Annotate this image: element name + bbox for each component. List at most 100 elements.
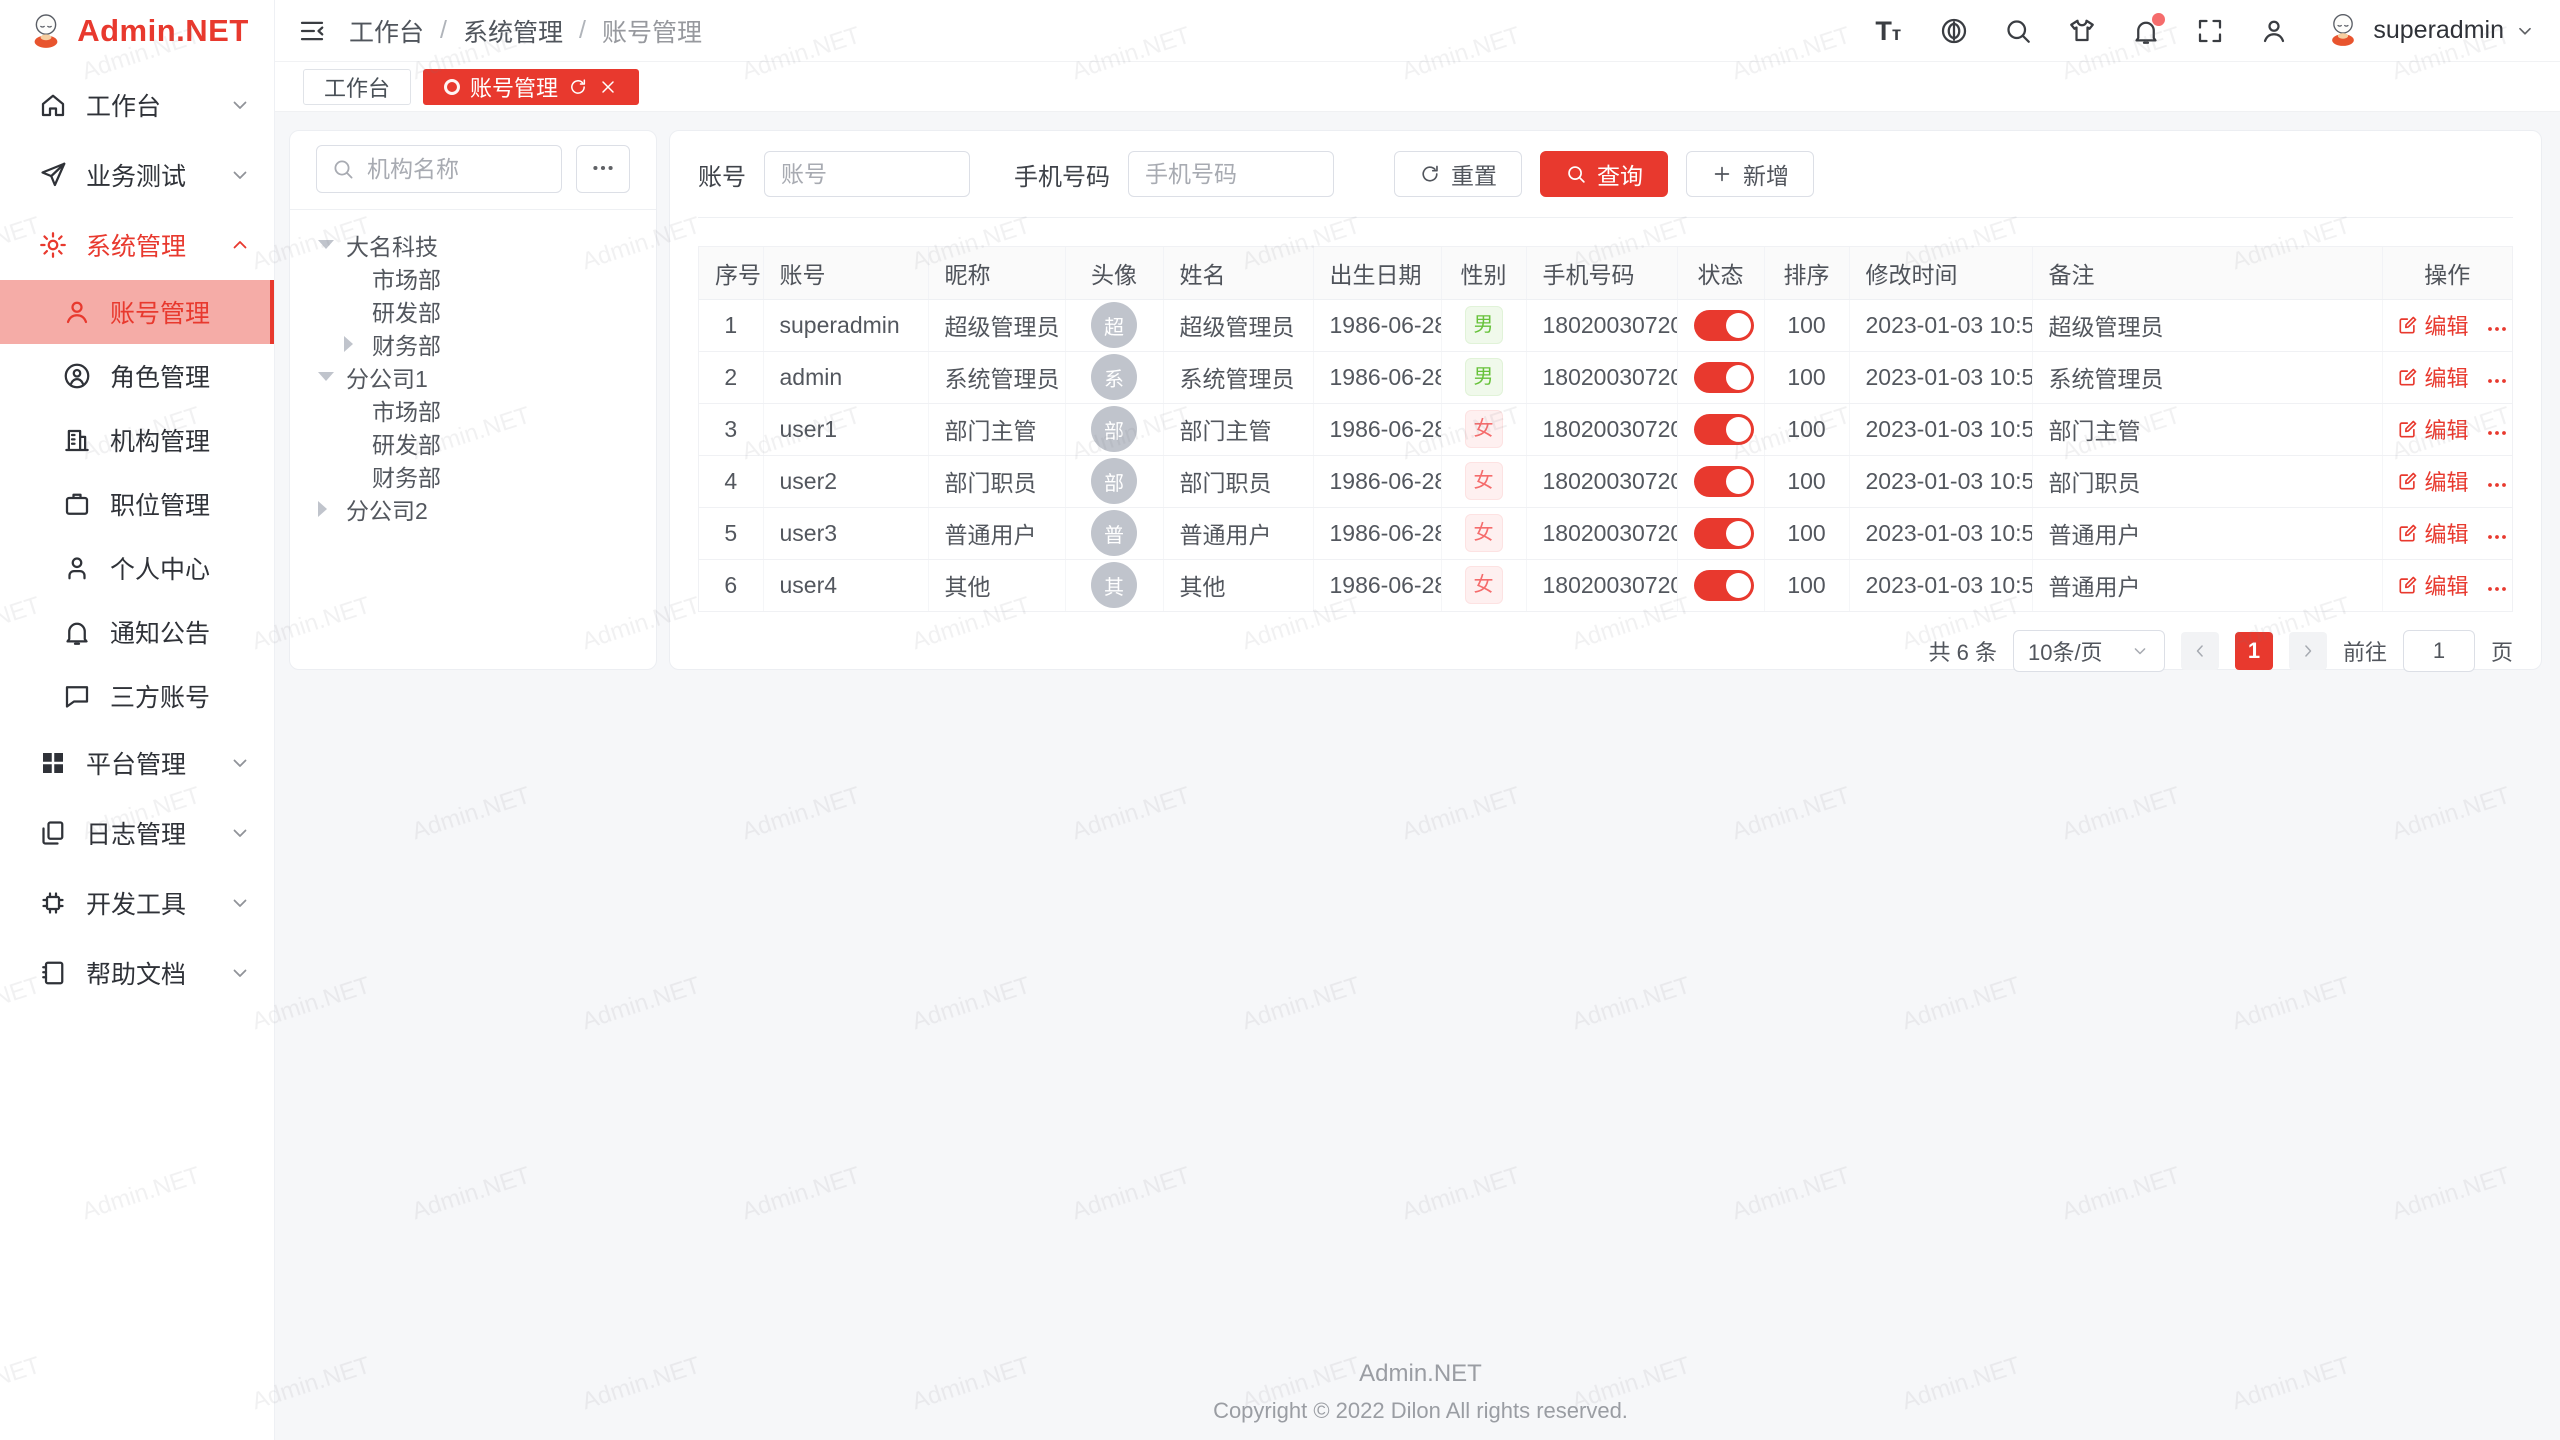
- add-button[interactable]: 新增: [1686, 151, 1814, 197]
- sidebar-item-label: 角色管理: [110, 358, 210, 394]
- theme-icon[interactable]: [2067, 16, 2097, 46]
- sidebar-item-notice[interactable]: 通知公告: [0, 600, 274, 664]
- edit-button[interactable]: 编辑: [2397, 569, 2469, 601]
- logo-text: Admin.NET: [77, 13, 249, 49]
- tree-node[interactable]: 财务部: [290, 459, 656, 492]
- sidebar-item-label: 个人中心: [110, 550, 210, 586]
- more-actions-button[interactable]: [2485, 525, 2509, 549]
- sidebar-item-label: 账号管理: [110, 294, 210, 330]
- fullscreen-icon[interactable]: [2195, 16, 2225, 46]
- query-bar: 账号 手机号码 重置 查询 新增: [698, 143, 2513, 218]
- cell-seq: 2: [699, 351, 763, 403]
- table-row: 4user2部门职员部部门职员1986-06-28女18020030720100…: [699, 455, 2512, 507]
- org-more-button[interactable]: [576, 145, 630, 193]
- cell-avatar: 部: [1065, 455, 1163, 507]
- breadcrumb-item[interactable]: 工作台: [349, 13, 424, 49]
- sidebar-item-label: 日志管理: [86, 815, 186, 851]
- sidebar-item-org-management[interactable]: 机构管理: [0, 408, 274, 472]
- breadcrumb-item[interactable]: 系统管理: [463, 13, 563, 49]
- goto-page-input[interactable]: [2403, 630, 2475, 672]
- avatar: 部: [1091, 458, 1137, 504]
- tree-node[interactable]: 研发部: [290, 426, 656, 459]
- cell-avatar: 部: [1065, 403, 1163, 455]
- org-search-input[interactable]: [365, 155, 547, 184]
- reset-button[interactable]: 重置: [1394, 151, 1522, 197]
- sidebar-item-help-docs[interactable]: 帮助文档: [0, 938, 274, 1008]
- tree-node[interactable]: 研发部: [290, 294, 656, 327]
- more-actions-button[interactable]: [2485, 421, 2509, 445]
- status-toggle[interactable]: [1694, 310, 1754, 341]
- next-page-button[interactable]: [2289, 632, 2327, 670]
- caret-down-icon[interactable]: [318, 240, 346, 249]
- cell-phone: 18020030720: [1526, 351, 1677, 403]
- sidebar-item-position-management[interactable]: 职位管理: [0, 472, 274, 536]
- caret-down-icon[interactable]: [318, 372, 346, 381]
- account-table-panel: 账号 手机号码 重置 查询 新增: [669, 130, 2542, 670]
- sidebar-item-platform-management[interactable]: 平台管理: [0, 728, 274, 798]
- sidebar-item-system-management[interactable]: 系统管理: [0, 210, 274, 280]
- language-icon[interactable]: [1939, 16, 1969, 46]
- prev-page-button[interactable]: [2181, 632, 2219, 670]
- breadcrumb: 工作台/系统管理/账号管理: [349, 13, 702, 49]
- breadcrumb-separator: /: [579, 16, 586, 45]
- search-icon[interactable]: [2003, 16, 2033, 46]
- column-header: 姓名: [1163, 247, 1313, 299]
- sidebar-item-account-management[interactable]: 账号管理: [0, 280, 274, 344]
- account-input[interactable]: [764, 151, 970, 197]
- tab-workbench[interactable]: 工作台: [303, 69, 411, 105]
- edit-button[interactable]: 编辑: [2397, 517, 2469, 549]
- tab-label: 账号管理: [470, 71, 558, 103]
- status-toggle[interactable]: [1694, 570, 1754, 601]
- phone-input[interactable]: [1128, 151, 1334, 197]
- caret-right-icon[interactable]: [344, 336, 372, 352]
- sidebar-item-dev-tools[interactable]: 开发工具: [0, 868, 274, 938]
- tree-node[interactable]: 财务部: [290, 327, 656, 360]
- topbar: 工作台/系统管理/账号管理 Tт superadmin: [275, 0, 2560, 62]
- cell-sort: 100: [1764, 559, 1849, 611]
- caret-right-icon[interactable]: [318, 501, 346, 517]
- user-icon[interactable]: [2259, 16, 2289, 46]
- sidebar-item-business-test[interactable]: 业务测试: [0, 140, 274, 210]
- sidebar-item-workbench[interactable]: 工作台: [0, 70, 274, 140]
- more-actions-button[interactable]: [2485, 317, 2509, 341]
- page-size-select[interactable]: 10条/页: [2013, 630, 2165, 672]
- tree-node[interactable]: 分公司1: [290, 360, 656, 393]
- toggle-knob: [1726, 573, 1751, 598]
- tree-node[interactable]: 市场部: [290, 393, 656, 426]
- font-size-icon[interactable]: Tт: [1875, 16, 1905, 46]
- cell-time: 2023-01-03 10:59:44: [1849, 507, 2032, 559]
- edit-button[interactable]: 编辑: [2397, 309, 2469, 341]
- more-actions-button[interactable]: [2485, 577, 2509, 601]
- status-toggle[interactable]: [1694, 362, 1754, 393]
- menu-fold-icon[interactable]: [297, 16, 327, 46]
- chevron-down-icon: [228, 163, 252, 187]
- notification-icon[interactable]: [2131, 16, 2161, 46]
- more-actions-button[interactable]: [2485, 369, 2509, 393]
- cell-remark: 普通用户: [2032, 507, 2382, 559]
- breadcrumb-item[interactable]: 账号管理: [602, 13, 702, 49]
- tab-account-management[interactable]: 账号管理: [423, 69, 639, 105]
- cell-time: 2023-01-03 10:59:44: [1849, 559, 2032, 611]
- chevron-down-icon: [228, 891, 252, 915]
- tree-node[interactable]: 大名科技: [290, 228, 656, 261]
- sidebar-item-role-management[interactable]: 角色管理: [0, 344, 274, 408]
- search-button[interactable]: 查询: [1540, 151, 1668, 197]
- cell-sort: 100: [1764, 351, 1849, 403]
- sidebar-item-third-party-account[interactable]: 三方账号: [0, 664, 274, 728]
- current-page[interactable]: 1: [2235, 632, 2273, 670]
- edit-button[interactable]: 编辑: [2397, 413, 2469, 445]
- status-toggle[interactable]: [1694, 466, 1754, 497]
- more-actions-button[interactable]: [2485, 473, 2509, 497]
- edit-button[interactable]: 编辑: [2397, 361, 2469, 393]
- tree-node[interactable]: 分公司2: [290, 492, 656, 525]
- column-header: 性别: [1441, 247, 1526, 299]
- sidebar-item-personal-center[interactable]: 个人中心: [0, 536, 274, 600]
- user-menu[interactable]: superadmin: [2323, 8, 2536, 53]
- sidebar-item-log-management[interactable]: 日志管理: [0, 798, 274, 868]
- main-area: 工作台/系统管理/账号管理 Tт superadmin 工作台账号管理: [275, 0, 2560, 1440]
- chevron-down-icon: [228, 821, 252, 845]
- status-toggle[interactable]: [1694, 414, 1754, 445]
- status-toggle[interactable]: [1694, 518, 1754, 549]
- edit-button[interactable]: 编辑: [2397, 465, 2469, 497]
- tree-node[interactable]: 市场部: [290, 261, 656, 294]
